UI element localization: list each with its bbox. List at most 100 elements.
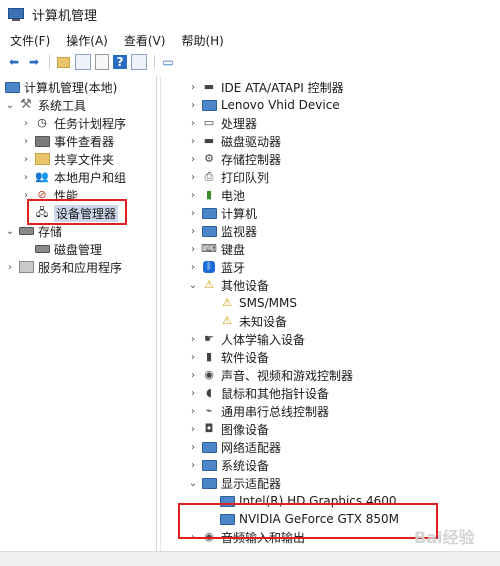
device-category[interactable]: › ◉ 音频输入和输出 [187, 528, 305, 546]
toolbar-separator [49, 55, 50, 69]
chevron-right-icon[interactable]: › [187, 226, 199, 237]
menu-view[interactable]: 查看(V) [116, 30, 174, 52]
device-category[interactable]: › ◖ 鼠标和其他指针设备 [187, 384, 329, 402]
chevron-right-icon[interactable]: › [187, 172, 199, 183]
device-category[interactable]: ⌄ ⚠ 其他设备 [187, 276, 269, 294]
audio-icon: ◉ [204, 530, 214, 543]
device-category[interactable]: › ◉ 声音、视频和游戏控制器 [187, 366, 353, 384]
chevron-right-icon[interactable]: › [187, 442, 199, 453]
tree-performance[interactable]: › ⊘ 性能 [20, 186, 78, 204]
ide-controller-icon: ▬ [203, 80, 215, 93]
chevron-right-icon[interactable]: › [187, 532, 199, 543]
device-category[interactable]: › Lenovo Vhid Device [187, 96, 340, 114]
chevron-right-icon[interactable]: › [187, 424, 199, 435]
chevron-down-icon[interactable]: ⌄ [187, 280, 199, 291]
menu-action[interactable]: 操作(A) [58, 30, 116, 52]
tree-shared-folders[interactable]: › 共享文件夹 [20, 150, 114, 168]
device-label: Intel(R) HD Graphics 4600 [239, 494, 397, 508]
chevron-right-icon[interactable]: › [187, 154, 199, 165]
device-category[interactable]: › ☛ 人体学输入设备 [187, 330, 305, 348]
extra-icon[interactable]: ▭ [160, 54, 176, 70]
chevron-down-icon[interactable]: ⌄ [4, 100, 16, 111]
device-category[interactable]: › 系统设备 [187, 456, 269, 474]
display-adapter-icon [219, 494, 235, 508]
help-icon[interactable]: ? [113, 55, 127, 69]
chevron-right-icon[interactable]: › [187, 370, 199, 381]
chevron-right-icon[interactable]: › [187, 82, 199, 93]
device-category[interactable]: › ▭ 处理器 [187, 114, 257, 132]
device-label: Lenovo Vhid Device [221, 98, 340, 112]
chevron-right-icon[interactable]: › [20, 136, 32, 147]
tree-disk-management[interactable]: 磁盘管理 [34, 240, 102, 258]
device-label: NVIDIA GeForce GTX 850M [239, 512, 399, 526]
device-label: 声音、视频和游戏控制器 [221, 368, 354, 383]
chevron-right-icon[interactable]: › [187, 334, 199, 345]
device-label: 人体学输入设备 [221, 332, 306, 347]
chevron-right-icon[interactable]: › [187, 244, 199, 255]
device-category[interactable]: › 网络适配器 [187, 438, 281, 456]
menu-help[interactable]: 帮助(H) [173, 30, 231, 52]
watermark: Bai经验 [414, 528, 475, 547]
chevron-right-icon[interactable]: › [187, 136, 199, 147]
up-folder-icon[interactable] [55, 54, 71, 70]
device-category[interactable]: › ⚙ 存储控制器 [187, 150, 281, 168]
menu-file[interactable]: 文件(F) [0, 30, 58, 52]
chevron-right-icon[interactable]: › [187, 262, 199, 273]
tree-local-users[interactable]: › 👥 本地用户和组 [20, 168, 126, 186]
device-category[interactable]: › ⌁ 通用串行总线控制器 [187, 402, 329, 420]
title-bar: 计算机管理 [0, 0, 500, 28]
device-category[interactable]: › ⎙ 打印队列 [187, 168, 269, 186]
window-title: 计算机管理 [32, 8, 98, 24]
computer-management-icon [8, 6, 24, 22]
device-label: 磁盘驱动器 [221, 134, 282, 149]
chevron-right-icon[interactable]: › [187, 190, 199, 201]
device-label: 计算机 [221, 206, 258, 221]
tree-system-tools[interactable]: ⌄ ⚒ 系统工具 [4, 96, 86, 114]
device-label: SMS/MMS [239, 296, 297, 310]
device-item[interactable]: ⚠ 未知设备 [219, 312, 287, 330]
chevron-right-icon[interactable]: › [187, 208, 199, 219]
device-category[interactable]: › 计算机 [187, 204, 257, 222]
device-category[interactable]: › ▮ 电池 [187, 186, 245, 204]
chevron-down-icon[interactable]: ⌄ [4, 226, 16, 237]
chevron-right-icon[interactable]: › [4, 262, 16, 273]
device-item[interactable]: NVIDIA GeForce GTX 850M [219, 510, 399, 528]
chevron-right-icon[interactable]: › [187, 460, 199, 471]
device-category[interactable]: › ▬ IDE ATA/ATAPI 控制器 [187, 78, 344, 96]
chevron-right-icon[interactable]: › [187, 118, 199, 129]
chevron-right-icon[interactable]: › [20, 190, 32, 201]
device-category[interactable]: › ▮ 软件设备 [187, 348, 269, 366]
tree-device-manager-label: 设备管理器 [54, 204, 119, 222]
chevron-right-icon[interactable]: › [187, 406, 199, 417]
properties-icon[interactable] [95, 54, 109, 70]
device-item[interactable]: Intel(R) HD Graphics 4600 [219, 492, 397, 510]
bluetooth-icon: ᛒ [201, 260, 217, 274]
action-pane-icon[interactable] [131, 54, 147, 70]
device-category[interactable]: › ᛒ 蓝牙 [187, 258, 245, 276]
device-category[interactable]: › ▬ 磁盘驱动器 [187, 132, 281, 150]
chevron-right-icon[interactable]: › [20, 118, 32, 129]
show-tree-icon[interactable] [75, 54, 91, 70]
device-category[interactable]: › 监视器 [187, 222, 257, 240]
processor-icon: ▭ [203, 116, 215, 129]
chevron-right-icon[interactable]: › [187, 100, 199, 111]
tree-storage[interactable]: ⌄ 存储 [4, 222, 62, 240]
tree-device-manager[interactable]: 🖧 设备管理器 [34, 204, 119, 222]
tree-task-scheduler[interactable]: › ◷ 任务计划程序 [20, 114, 126, 132]
chevron-right-icon[interactable]: › [187, 352, 199, 363]
device-item[interactable]: ⚠ SMS/MMS [219, 294, 297, 312]
device-category[interactable]: › ⌨ 键盘 [187, 240, 245, 258]
tree-shared-folders-label: 共享文件夹 [54, 152, 115, 167]
forward-arrow-icon[interactable]: ➡ [26, 54, 42, 70]
device-category[interactable]: › ◘ 图像设备 [187, 420, 269, 438]
chevron-right-icon[interactable]: › [20, 172, 32, 183]
device-category[interactable]: ⌄ 显示适配器 [187, 474, 281, 492]
chevron-down-icon[interactable]: ⌄ [187, 478, 199, 489]
tree-event-viewer[interactable]: › 事件查看器 [20, 132, 114, 150]
back-arrow-icon[interactable]: ⬅ [6, 54, 22, 70]
tree-root[interactable]: 计算机管理(本地) [4, 78, 117, 96]
chevron-right-icon[interactable]: › [20, 154, 32, 165]
tree-services[interactable]: › 服务和应用程序 [4, 258, 122, 276]
performance-icon: ⊘ [37, 188, 47, 201]
chevron-right-icon[interactable]: › [187, 388, 199, 399]
